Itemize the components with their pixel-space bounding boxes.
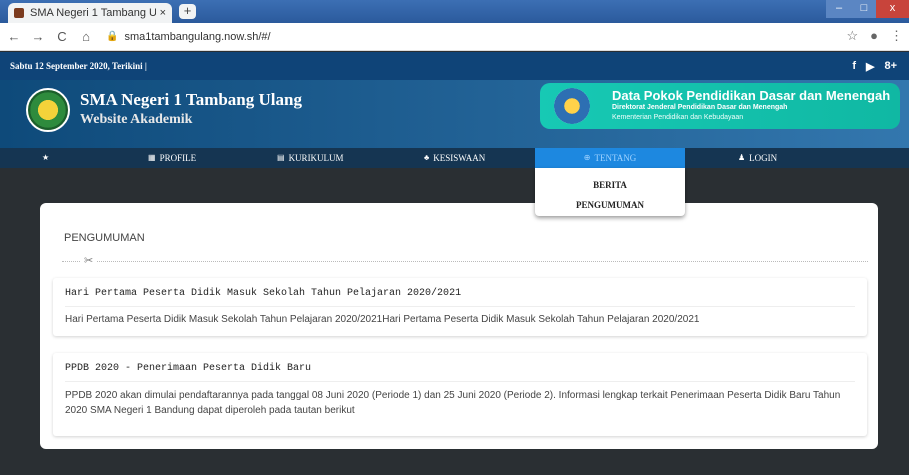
scissors-icon: ✂	[80, 254, 98, 267]
nav-kesiswaan-label: KESISWAAN	[433, 153, 486, 163]
address-bar[interactable]: 🔒 sma1tambangulang.now.sh/#/	[106, 31, 271, 43]
back-icon[interactable]: ←	[4, 29, 24, 44]
forward-icon[interactable]: →	[28, 29, 48, 44]
dropdown-item-pengumuman[interactable]: PENGUMUMAN	[535, 200, 685, 210]
users-icon: ♣	[424, 153, 430, 162]
date-text: Sabtu 12 September 2020, Terikini |	[10, 61, 147, 71]
browser-tab[interactable]: SMA Negeri 1 Tambang Ulung ×	[8, 3, 172, 23]
window-minimize-button[interactable]: –	[826, 0, 852, 18]
youtube-icon[interactable]: ▶	[866, 60, 874, 73]
tab-title: SMA Negeri 1 Tambang Ulung	[30, 7, 156, 19]
nav-tentang[interactable]: ⊕ TENTANG	[535, 148, 685, 168]
facebook-icon[interactable]: f	[852, 60, 856, 72]
nav-kurikulum[interactable]: ▤ KURIKULUM	[277, 148, 344, 168]
announcement-title[interactable]: Hari Pertama Peserta Didik Masuk Sekolah…	[65, 288, 461, 299]
tutwuri-logo-icon	[554, 88, 590, 124]
school-logo-icon[interactable]	[26, 88, 70, 132]
nav-kesiswaan[interactable]: ♣ KESISWAAN	[424, 148, 485, 168]
site-banner: SMA Negeri 1 Tambang Ulang Website Akade…	[0, 80, 909, 148]
dapodik-banner[interactable]: Data Pokok Pendidikan Dasar dan Menengah…	[540, 83, 900, 129]
favicon-icon	[14, 8, 24, 18]
nav-home[interactable]: ★	[42, 148, 49, 168]
browser-toolbar: ← → C ⌂ 🔒 sma1tambangulang.now.sh/#/ ☆ ●…	[0, 23, 909, 51]
calendar-icon: ▦	[148, 153, 156, 162]
dapodik-ministry: Kementerian Pendidikan dan Kebudayaan	[612, 114, 744, 121]
card-separator	[65, 381, 855, 382]
social-links: f ▶ 8+	[852, 52, 897, 80]
url-text: sma1tambangulang.now.sh/#/	[124, 30, 271, 43]
tentang-dropdown: BERITA PENGUMUMAN	[535, 168, 685, 216]
announcement-card[interactable]: PPDB 2020 - Penerimaan Peserta Didik Bar…	[53, 353, 867, 436]
star-icon[interactable]: ☆	[846, 28, 858, 44]
announcement-body: Hari Pertama Peserta Didik Masuk Sekolah…	[65, 314, 700, 325]
section-title: PENGUMUMAN	[64, 232, 145, 244]
dapodik-subtitle: Direktorat Jenderal Pendidikan Dasar dan…	[612, 104, 788, 111]
nav-login-label: LOGIN	[749, 153, 778, 163]
announcement-body: PPDB 2020 akan dimulai pendaftarannya pa…	[65, 390, 841, 416]
nav-profile[interactable]: ▦ PROFILE	[148, 148, 196, 168]
school-subtitle: Website Akademik	[80, 112, 193, 127]
tab-close-icon[interactable]: ×	[160, 7, 166, 19]
account-icon[interactable]: ●	[870, 28, 878, 44]
reload-icon[interactable]: C	[52, 29, 72, 44]
divider	[62, 261, 868, 262]
announcement-panel: PENGUMUMAN ✂ Hari Pertama Peserta Didik …	[40, 203, 878, 449]
lock-icon: 🔒	[106, 31, 119, 42]
nav-kurikulum-label: KURIKULUM	[288, 153, 344, 163]
main-navbar: ★ ▦ PROFILE ▤ KURIKULUM ♣ KESISWAAN ⊕ TE…	[0, 148, 909, 168]
announcement-title[interactable]: PPDB 2020 - Penerimaan Peserta Didik Bar…	[65, 363, 311, 374]
announcement-card[interactable]: Hari Pertama Peserta Didik Masuk Sekolah…	[53, 278, 867, 336]
user-icon: ♟	[738, 153, 746, 162]
card-separator	[65, 306, 855, 307]
menu-icon[interactable]: ⋮	[890, 28, 903, 44]
list-icon: ▤	[277, 153, 285, 162]
googleplus-icon[interactable]: 8+	[884, 60, 897, 72]
home-icon[interactable]: ⌂	[76, 29, 96, 44]
home-icon: ★	[42, 153, 50, 162]
info-icon: ⊕	[583, 153, 591, 162]
dapodik-title: Data Pokok Pendidikan Dasar dan Menengah	[612, 88, 891, 103]
school-name: SMA Negeri 1 Tambang Ulang	[80, 90, 302, 109]
nav-tentang-label: TENTANG	[594, 153, 637, 163]
site-topbar: Sabtu 12 September 2020, Terikini | f ▶ …	[0, 52, 909, 80]
dropdown-item-berita[interactable]: BERITA	[535, 180, 685, 190]
nav-login[interactable]: ♟ LOGIN	[738, 148, 777, 168]
window-close-button[interactable]: x	[876, 0, 909, 18]
browser-titlebar: SMA Negeri 1 Tambang Ulung × + – □ x	[0, 0, 909, 23]
nav-profile-label: PROFILE	[159, 153, 197, 163]
new-tab-button[interactable]: +	[179, 4, 196, 19]
window-maximize-button[interactable]: □	[852, 0, 876, 18]
